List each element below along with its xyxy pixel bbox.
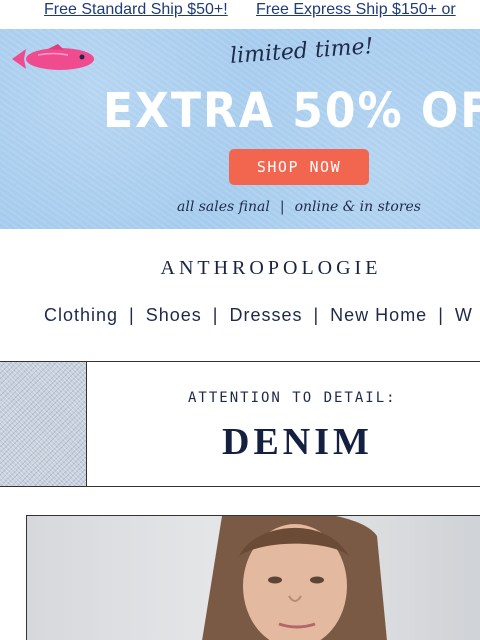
sale-headline: EXTRA 50% OFF SALE	[103, 83, 480, 140]
nav-item-new-home[interactable]: New Home	[330, 305, 427, 325]
fish-icon	[12, 44, 94, 70]
standard-shipping-link[interactable]: Free Standard Ship $50+!	[44, 0, 228, 20]
sales-final-text: all sales final	[177, 199, 270, 215]
nav-item-dresses[interactable]: Dresses	[229, 305, 302, 325]
terms-divider: |	[279, 199, 285, 215]
nav-divider: |	[129, 305, 135, 325]
denim-fabric-swatch	[0, 362, 87, 486]
express-shipping-link[interactable]: Free Express Ship $150+ or	[256, 0, 456, 20]
model-photo[interactable]	[26, 515, 480, 640]
limited-time-text: limited time!	[229, 34, 375, 69]
nav-item-more[interactable]: W	[455, 305, 473, 325]
nav-item-shoes[interactable]: Shoes	[146, 305, 202, 325]
model-portrait-image	[202, 516, 387, 640]
shipping-strip: Free Standard Ship $50+! Free Express Sh…	[0, 0, 480, 22]
sale-hero-banner[interactable]: limited time! EXTRA 50% OFF SALE SHOP NO…	[0, 29, 480, 229]
sale-terms: all sales final | online & in stores	[177, 199, 421, 215]
shop-now-button[interactable]: SHOP NOW	[229, 149, 369, 185]
nav-divider: |	[212, 305, 219, 325]
feature-kicker: ATTENTION TO DETAIL:	[188, 390, 397, 406]
denim-feature-banner[interactable]: ATTENTION TO DETAIL: DENIM	[0, 361, 480, 487]
category-nav: Clothing | Shoes | Dresses | New Home | W	[44, 305, 473, 326]
feature-title: DENIM	[222, 421, 373, 463]
nav-item-clothing[interactable]: Clothing	[44, 305, 118, 325]
online-in-stores-text: online & in stores	[294, 199, 421, 215]
nav-divider: |	[313, 305, 320, 325]
brand-logo[interactable]: ANTHROPOLOGIE	[0, 257, 480, 280]
nav-divider: |	[438, 305, 444, 325]
